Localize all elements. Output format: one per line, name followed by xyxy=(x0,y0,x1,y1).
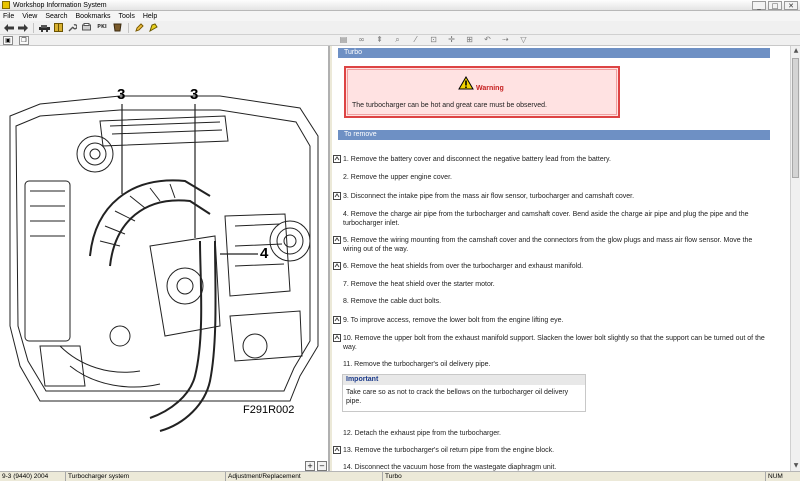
step-text: 5. Remove the wiring mounting from the c… xyxy=(343,237,753,253)
section-to-remove: To remove xyxy=(338,130,770,140)
zoom-out-button[interactable]: − xyxy=(317,461,327,471)
help-icon[interactable] xyxy=(148,22,159,33)
step-text: 10. Remove the upper bolt from the exhau… xyxy=(343,335,765,351)
warning-box: Warning The turbocharger can be hot and … xyxy=(344,66,620,118)
status-component: Turbo xyxy=(383,472,766,481)
step-text: 12. Detach the exhaust pipe from the tur… xyxy=(343,430,501,437)
toolbar-separator xyxy=(128,22,129,33)
car-icon[interactable] xyxy=(39,22,50,33)
step-text: 1. Remove the battery cover and disconne… xyxy=(343,156,611,163)
status-system: Turbocharger system xyxy=(66,472,226,481)
warning-label: Warning xyxy=(476,85,504,92)
forward-arrow-icon[interactable] xyxy=(17,22,28,33)
lock-icon[interactable]: ⊡ xyxy=(428,35,439,45)
menu-bar: File View Search Bookmarks Tools Help xyxy=(0,11,800,21)
tool-info-icon[interactable] xyxy=(333,316,341,324)
scroll-down-icon[interactable]: ▼ xyxy=(791,461,800,471)
page-icon[interactable]: ▤ xyxy=(338,35,349,45)
pen-icon[interactable]: ⁄ xyxy=(410,35,421,45)
pki-label: PKI xyxy=(97,24,107,30)
menu-tools[interactable]: Tools xyxy=(119,13,135,20)
document-scrollbar[interactable]: ▲ ▼ xyxy=(790,46,800,471)
warning-text: The turbocharger can be hot and great ca… xyxy=(352,102,547,109)
up-icon[interactable]: ⇞ xyxy=(374,35,385,45)
step-text: 4. Remove the charge air pipe from the t… xyxy=(343,211,749,227)
window-controls: _ □ ✕ xyxy=(752,1,798,10)
title-bar: Workshop Information System _ □ ✕ xyxy=(0,0,800,11)
arrow-icon[interactable]: ⇢ xyxy=(500,35,511,45)
menu-file[interactable]: File xyxy=(3,13,14,20)
cup-icon[interactable] xyxy=(112,22,123,33)
tool-info-icon[interactable] xyxy=(333,155,341,163)
back-arrow-icon[interactable] xyxy=(3,22,14,33)
tool-info-icon[interactable] xyxy=(333,262,341,270)
grid-icon[interactable]: ⊞ xyxy=(464,35,475,45)
important-label: Important xyxy=(343,375,585,385)
figure-toolbar: ▣ ❐ xyxy=(0,35,330,46)
callout-3-left: 3 xyxy=(117,86,126,103)
step-text: 3. Disconnect the intake pipe from the m… xyxy=(343,193,635,200)
step-text: 13. Remove the turbocharger's oil return… xyxy=(343,447,555,454)
status-operation: Adjustment/Replacement xyxy=(226,472,383,481)
callout-4: 4 xyxy=(260,245,269,262)
menu-search[interactable]: Search xyxy=(45,13,67,20)
book-icon[interactable] xyxy=(53,22,64,33)
pencil-icon[interactable] xyxy=(134,22,145,33)
scroll-thumb[interactable] xyxy=(792,58,799,178)
menu-help[interactable]: Help xyxy=(143,13,157,20)
funnel-icon[interactable]: ▽ xyxy=(518,35,529,45)
maximize-button[interactable]: □ xyxy=(768,1,782,10)
toolbar-separator xyxy=(33,22,34,33)
cross-icon[interactable]: ✛ xyxy=(446,35,457,45)
status-num: NUM xyxy=(768,473,783,480)
tool-info-icon[interactable] xyxy=(333,446,341,454)
print-preview-icon[interactable] xyxy=(81,22,92,33)
wrench-icon[interactable] xyxy=(67,22,78,33)
document-heading: Turbo xyxy=(338,48,770,58)
document-toolbar: ▤ ∞ ⇞ ⌕ ⁄ ⊡ ✛ ⊞ ↶ ⇢ ▽ xyxy=(330,35,800,46)
important-text: Take care so as not to crack the bellows… xyxy=(346,389,569,405)
figure-code: F291R002 xyxy=(243,404,295,416)
step-text: 7. Remove the heat shield over the start… xyxy=(343,281,495,288)
undo-icon[interactable]: ↶ xyxy=(482,35,493,45)
important-box: Important Take care so as not to crack t… xyxy=(342,374,586,412)
warning-triangle-icon xyxy=(458,76,474,90)
step-text: 9. To improve access, remove the lower b… xyxy=(343,317,564,324)
step-text: 11. Remove the turbocharger's oil delive… xyxy=(343,361,491,368)
status-bar: 9-3 (9440) 2004 Turbocharger system Adju… xyxy=(0,471,800,481)
step-text: 8. Remove the cable duct bolts. xyxy=(343,298,442,305)
close-button[interactable]: ✕ xyxy=(784,1,798,10)
minimize-button[interactable]: _ xyxy=(752,1,766,10)
menu-bookmarks[interactable]: Bookmarks xyxy=(76,13,111,20)
copy-icon[interactable]: ❐ xyxy=(19,35,29,45)
link-icon[interactable]: ∞ xyxy=(356,35,367,45)
tool-info-icon[interactable] xyxy=(333,192,341,200)
step-text: 6. Remove the heat shields from over the… xyxy=(343,263,584,270)
zoom-controls: + − xyxy=(305,461,327,471)
document-pane: Turbo Warning The turbocharger can be ho… xyxy=(332,46,790,471)
tool-info-icon[interactable] xyxy=(333,334,341,342)
step-text: 14. Disconnect the vacuum hose from the … xyxy=(343,464,557,471)
window-title: Workshop Information System xyxy=(13,1,107,9)
figure-pane: 3 3 4 F291R002 + − xyxy=(0,46,330,471)
status-vehicle: 9-3 (9440) 2004 xyxy=(0,472,66,481)
scroll-up-icon[interactable]: ▲ xyxy=(791,46,800,56)
callout-3-right: 3 xyxy=(190,86,199,103)
main-toolbar: PKI xyxy=(0,21,800,35)
print-icon[interactable]: ▣ xyxy=(3,35,13,45)
tool-info-icon[interactable] xyxy=(333,236,341,244)
menu-view[interactable]: View xyxy=(22,13,37,20)
pki-icon[interactable]: PKI xyxy=(95,22,109,33)
step-text: 2. Remove the upper engine cover. xyxy=(343,174,452,181)
app-icon xyxy=(2,1,10,9)
zoom-in-button[interactable]: + xyxy=(305,461,315,471)
zoom-icon[interactable]: ⌕ xyxy=(392,35,403,45)
